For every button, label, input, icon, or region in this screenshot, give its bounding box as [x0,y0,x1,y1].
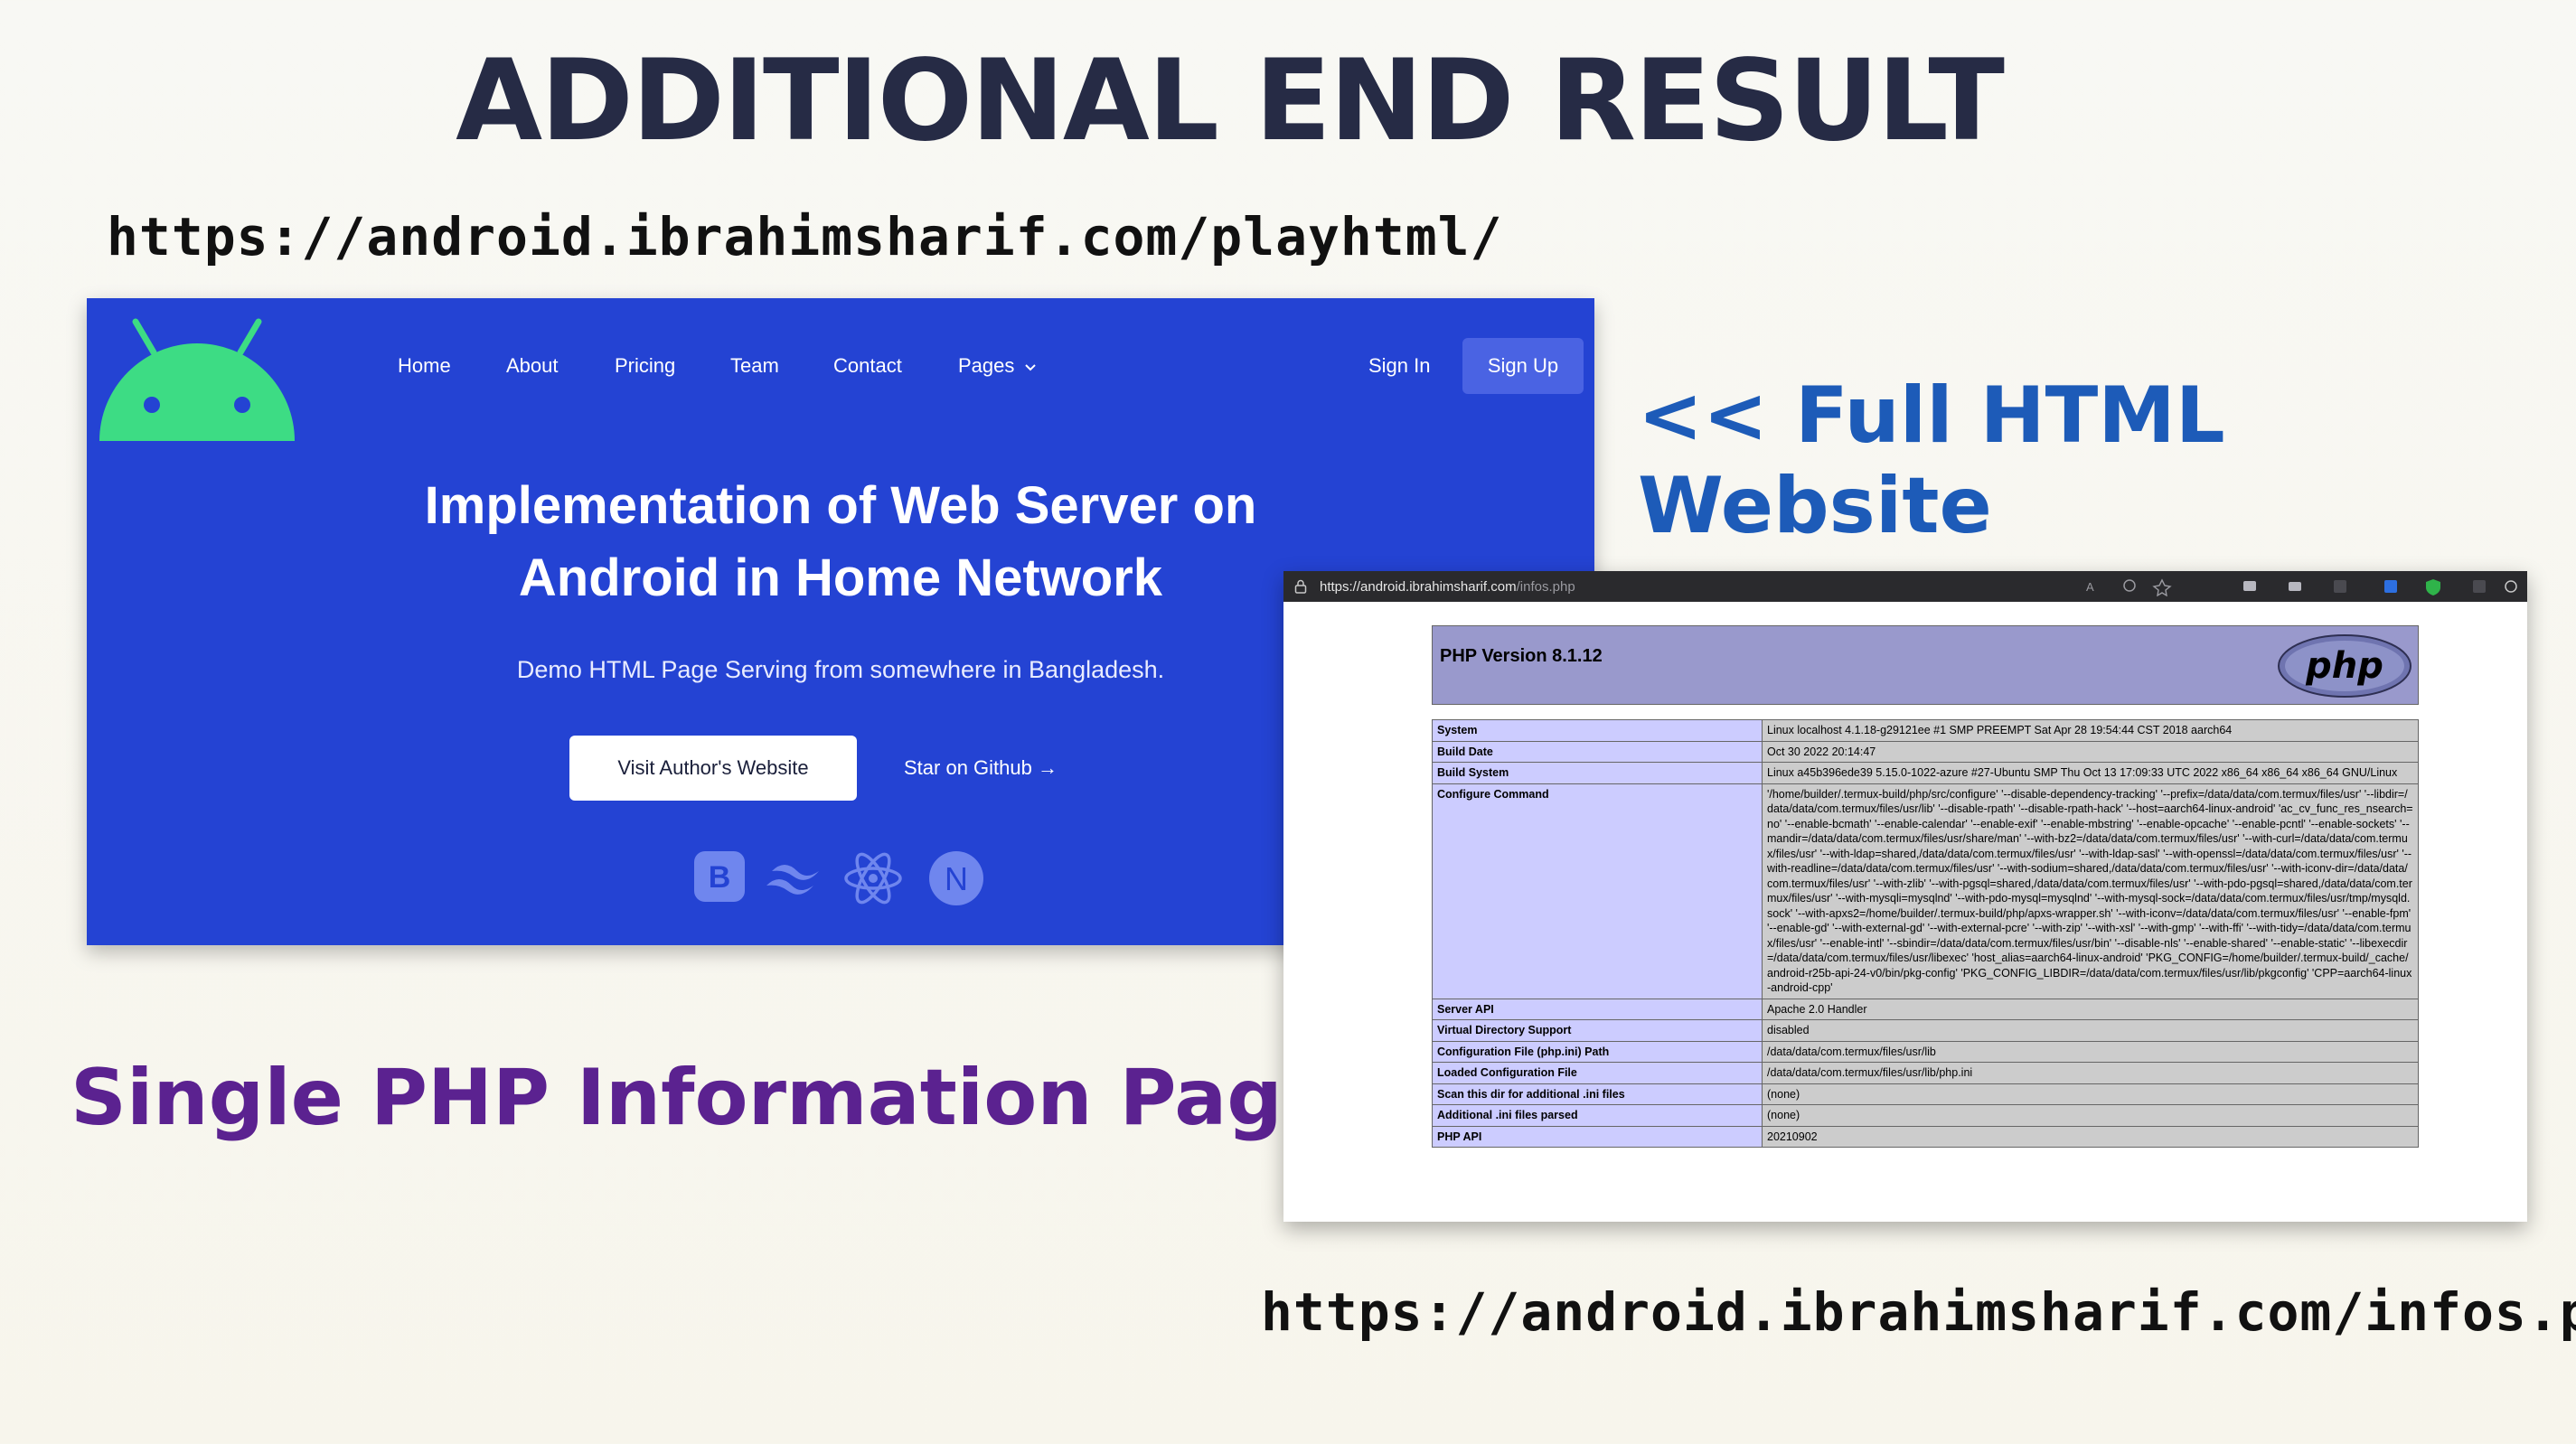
row-value: /data/data/com.termux/files/usr/lib/php.… [1762,1062,2419,1084]
nextjs-icon: N [929,851,983,905]
row-key: Configure Command [1432,783,1763,999]
table-row: Build Date Oct 30 2022 20:14:47 [1432,740,2419,763]
phpinfo-table: System Linux localhost 4.1.18-g29121ee #1… [1432,719,2419,1148]
favorite-icon [2152,578,2172,596]
nav-about[interactable]: About [506,354,559,378]
refresh-icon [2505,580,2517,593]
nav-team[interactable]: Team [730,354,779,378]
table-row: Configure Command '/home/builder/.termux-… [1432,783,2419,999]
php-version-header: PHP Version 8.1.12 php [1432,625,2419,705]
chevron-down-icon [1024,364,1036,371]
slide-title: ADDITIONAL END RESULT [456,36,2005,166]
table-row: Server API Apache 2.0 Handler [1432,998,2419,1020]
table-row: Additional .ini files parsed (none) [1432,1104,2419,1127]
sign-up-button[interactable]: Sign Up [1462,338,1584,394]
extension-icon-3 [2384,580,2397,593]
php-version: PHP Version 8.1.12 [1440,646,1603,666]
row-key: Server API [1432,998,1763,1020]
react-icon [844,852,902,905]
table-row: Virtual Directory Support disabled [1432,1019,2419,1042]
arrow-right-icon: → [1038,756,1058,779]
row-key: Loaded Configuration File [1432,1062,1763,1084]
sign-in-link[interactable]: Sign In [1368,354,1431,378]
table-row: PHP API 20210902 [1432,1125,2419,1148]
nav-contact[interactable]: Contact [833,354,902,378]
row-value: (none) [1762,1083,2419,1105]
php-logo: php [2277,633,2412,703]
row-value: Linux a45b396ede39 5.15.0-1022-azure #27… [1762,762,2419,784]
table-row: Build System Linux a45b396ede39 5.15.0-10… [1432,762,2419,784]
row-key: PHP API [1432,1125,1763,1148]
full-website-label: << Full HTML Website [1638,370,2225,551]
nav-pricing[interactable]: Pricing [615,354,675,378]
table-row: System Linux localhost 4.1.18-g29121ee #1… [1432,719,2419,742]
extension-icon-2 [2334,580,2346,593]
table-row: Configuration File (php.ini) Path/data/d… [1432,1040,2419,1063]
hero-title-line-1: Implementation of Web Server on [424,476,1257,535]
php-logo-text: php [2305,645,2383,687]
phpinfo-screenshot: https://android.ibrahimsharif.com/infos.… [1283,571,2527,1222]
star-on-github-label: Star on Github [904,756,1032,779]
shield-icon [2426,579,2440,595]
row-value: (none) [1762,1104,2419,1127]
star-on-github-link[interactable]: Star on Github → [904,756,1058,780]
extension-icon [2289,582,2301,591]
row-value: '/home/builder/.termux-build/php/src/con… [1762,783,2419,999]
address-path: /infos.php [1516,579,1575,595]
row-key: Virtual Directory Support [1432,1019,1763,1042]
tech-icons: B N [694,844,1001,914]
bootstrap-letter: B [709,860,731,895]
row-value: Linux localhost 4.1.18-g29121ee #1 SMP P… [1762,719,2419,742]
row-key: Build System [1432,762,1763,784]
browser-address-bar[interactable]: https://android.ibrahimsharif.com/infos.… [1283,571,2527,602]
row-value: Oct 30 2022 20:14:47 [1762,740,2419,763]
row-key: Additional .ini files parsed [1432,1104,1763,1127]
browser-toolbar-icons[interactable]: A [2086,577,2520,596]
extension-icon-4 [2473,580,2486,593]
site-url-caption: https://android.ibrahimsharif.com/playht… [107,206,1503,267]
nav-pages-label: Pages [958,354,1015,377]
next-letter: N [945,860,968,897]
camera-icon [2243,581,2256,591]
bootstrap-icon: B [694,851,745,902]
zoom-icon [2123,579,2136,592]
php-page-label: Single PHP Information Page >> [71,1053,1493,1143]
nav-pages[interactable]: Pages [958,354,1037,378]
row-key: System [1432,719,1763,742]
lock-icon [1294,579,1307,594]
row-value: Apache 2.0 Handler [1762,998,2419,1020]
row-value: /data/data/com.termux/files/usr/lib [1762,1040,2419,1063]
nav-home[interactable]: Home [398,354,451,378]
php-url-caption: https://android.ibrahimsharif.com/infos.… [1261,1281,2576,1343]
row-value: 20210902 [1762,1125,2419,1148]
visit-author-button[interactable]: Visit Author's Website [569,736,857,801]
row-key: Scan this dir for additional .ini files [1432,1083,1763,1105]
read-aloud-icon: A [2086,580,2094,594]
row-key: Build Date [1432,740,1763,763]
address-url[interactable]: https://android.ibrahimsharif.com/infos.… [1320,579,1575,595]
tailwind-icon [766,865,819,895]
address-host: https://android.ibrahimsharif.com [1320,579,1517,595]
android-logo-icon[interactable] [98,314,296,455]
row-key: Configuration File (php.ini) Path [1432,1040,1763,1063]
row-value: disabled [1762,1019,2419,1042]
table-row: Loaded Configuration File/data/data/com.… [1432,1062,2419,1084]
table-row: Scan this dir for additional .ini files(… [1432,1083,2419,1105]
